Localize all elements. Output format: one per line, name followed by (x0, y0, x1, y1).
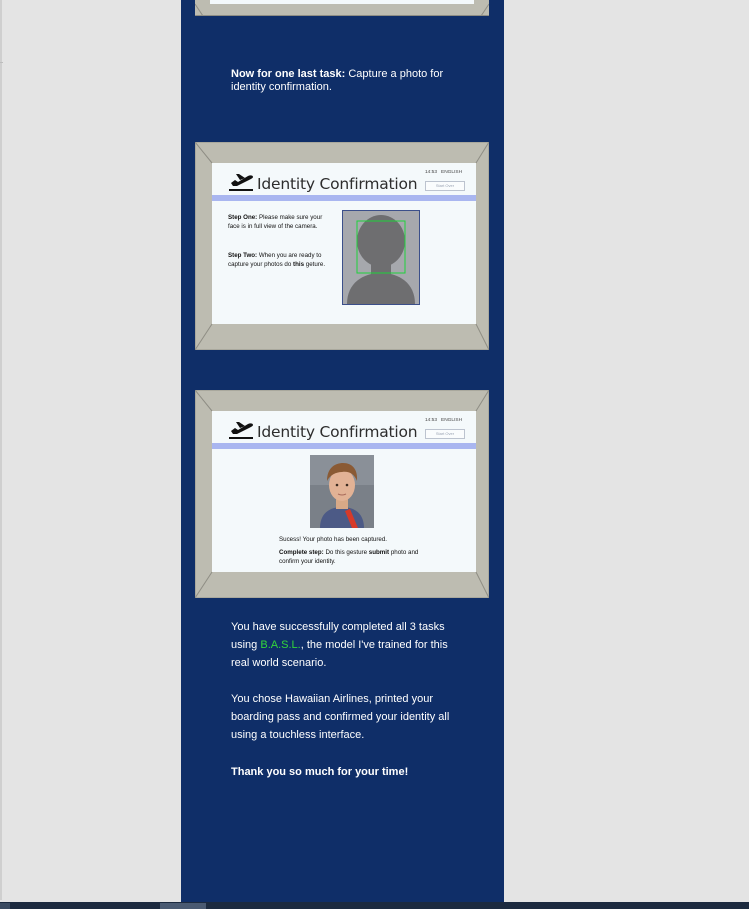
step-two-text: Step Two: When you are ready to capture … (228, 252, 326, 268)
scrollbar-left-button[interactable] (0, 903, 10, 909)
bottom-scrollbar[interactable] (0, 902, 749, 909)
screen-title: Identity Confirmation (257, 175, 418, 193)
kiosk-screen: Identity Confirmation 14:53 ENGLISH Star… (212, 163, 476, 324)
success-message: Sucess! Your photo has been captured. (279, 536, 388, 543)
identity-mockup-step: Identity Confirmation 14:53 ENGLISH Star… (195, 142, 489, 350)
screen-time-language: 14:53 ENGLISH (425, 418, 462, 423)
kiosk-screen: Identity Confirmation 14:53 ENGLISH Star… (212, 411, 476, 572)
plane-departure-icon (229, 422, 253, 439)
complete-step-label: Complete step: (279, 549, 324, 556)
screen-language: ENGLISH (441, 418, 463, 423)
header-stripe (212, 195, 476, 201)
camera-preview (342, 210, 420, 305)
plane-departure-icon (229, 174, 253, 191)
previous-mockup-edge (195, 0, 489, 16)
screen-time: 14:53 (425, 418, 438, 423)
start-over-button[interactable]: Start Over (425, 429, 465, 439)
page-left-edge (0, 0, 2, 900)
intro-bold: Now for one last task: (231, 68, 346, 80)
screen-language: ENGLISH (441, 170, 463, 175)
portrait-image (310, 455, 374, 528)
step-one-label: Step One: (228, 214, 258, 221)
step-one-text: Step One: Please make sure your face is … (228, 214, 323, 230)
summary-paragraph-2: You chose Hawaiian Airlines, printed you… (231, 693, 450, 741)
screen-time: 14:53 (425, 170, 438, 175)
captured-photo (310, 455, 374, 528)
content-panel: Now for one last task: Capture a photo f… (181, 0, 504, 903)
header-stripe (212, 443, 476, 449)
identity-mockup-success: Identity Confirmation 14:53 ENGLISH Star… (195, 390, 489, 598)
summary-paragraph-1: You have successfully completed all 3 ta… (231, 621, 448, 669)
complete-step-text: Complete step: Do this gesture submit ph… (279, 549, 419, 565)
intro-text: Now for one last task: Capture a photo f… (231, 68, 461, 94)
step-two-label: Step Two: (228, 252, 258, 259)
screen-time-language: 14:53 ENGLISH (425, 170, 462, 175)
thank-you-text: Thank you so much for your time! (231, 766, 409, 778)
start-over-button[interactable]: Start Over (425, 181, 465, 191)
scrollbar-thumb[interactable] (160, 903, 206, 909)
screen-title: Identity Confirmation (257, 423, 418, 441)
basl-highlight: B.A.S.L. (260, 639, 301, 651)
page-left-tick (0, 62, 3, 63)
person-silhouette-icon (347, 215, 415, 304)
